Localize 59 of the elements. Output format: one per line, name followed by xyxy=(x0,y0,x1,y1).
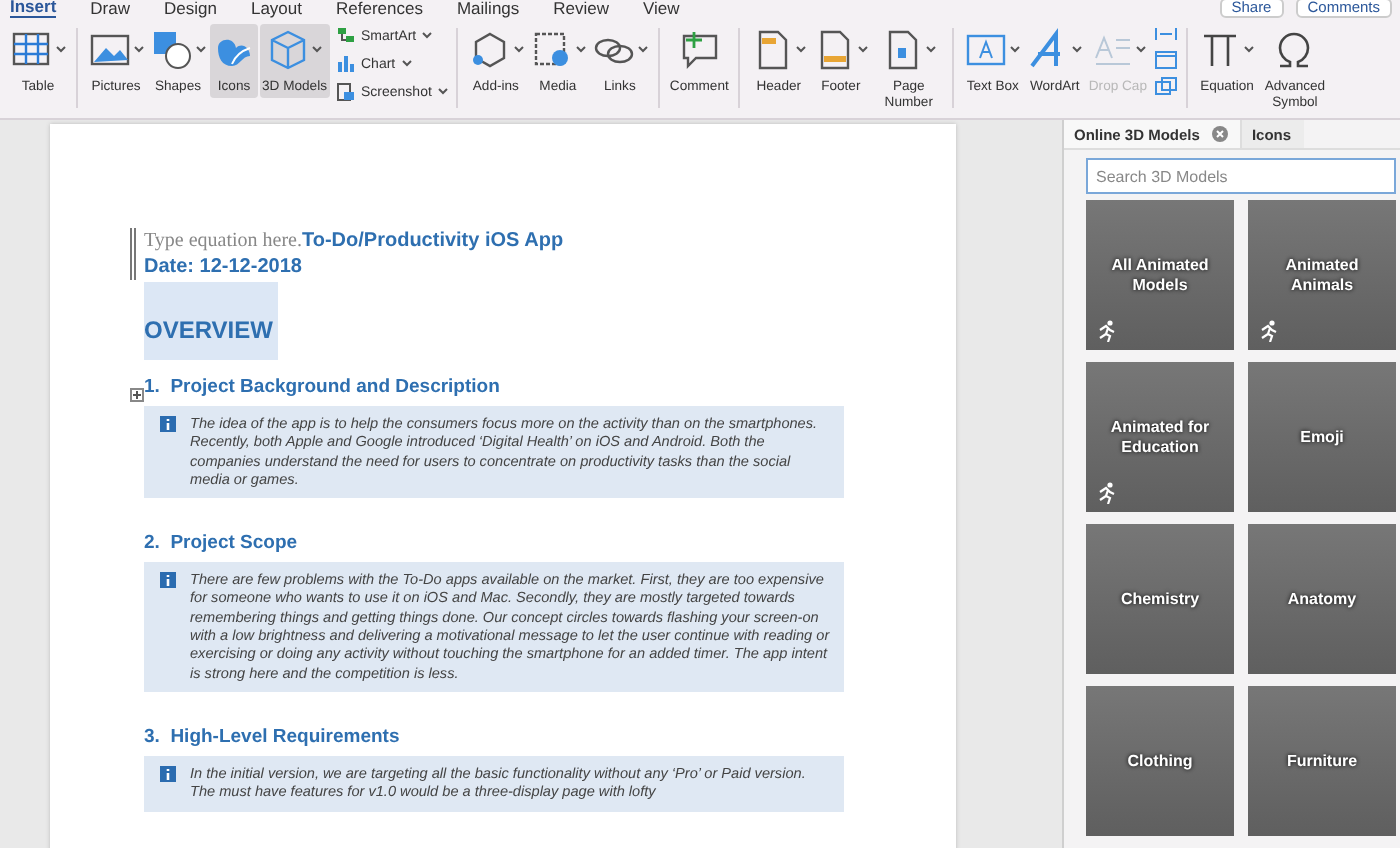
search-field[interactable]: Search 3D Models xyxy=(1086,158,1396,194)
menu-tab[interactable]: Layout xyxy=(250,0,302,18)
menu-tab[interactable]: Review xyxy=(553,0,610,18)
shapes-icon xyxy=(150,28,194,72)
menu-tab[interactable]: Design xyxy=(164,0,217,18)
model-category-tile[interactable]: Furniture xyxy=(1248,686,1396,836)
caret-icon xyxy=(312,46,323,54)
model-category-tile[interactable]: Animated for Education xyxy=(1086,362,1234,512)
menu-tab[interactable]: View xyxy=(643,0,680,18)
caret-icon xyxy=(401,60,412,68)
smartart-icon xyxy=(335,26,355,46)
section-heading: 3. High-Level Requirements xyxy=(144,725,402,748)
caret-icon xyxy=(422,32,433,40)
caret-icon xyxy=(56,46,66,54)
running-figure-icon xyxy=(1258,320,1282,342)
caret-icon xyxy=(437,88,448,96)
menu-tab[interactable]: Mailings xyxy=(456,0,520,18)
model-category-tile[interactable]: Chemistry xyxy=(1086,524,1234,674)
media-icon xyxy=(529,28,574,72)
running-figure-icon xyxy=(1096,320,1120,342)
menu-tab[interactable]: References xyxy=(336,0,423,18)
bar-chart-icon xyxy=(335,54,355,74)
overview-heading: OVERVIEW xyxy=(144,282,279,360)
info-icon xyxy=(160,765,176,782)
running-figure-icon xyxy=(1096,482,1120,504)
caret-icon xyxy=(1010,46,1021,54)
fields-icon[interactable] xyxy=(1154,24,1179,44)
model-category-tile[interactable]: Animated Animals xyxy=(1248,200,1396,350)
caret-icon xyxy=(1135,46,1146,54)
model-category-tile[interactable]: All Animated Models xyxy=(1086,200,1234,350)
document-date: Date: 12-12-2018 xyxy=(144,256,302,278)
object-icon[interactable] xyxy=(1154,76,1179,96)
caret-icon xyxy=(134,46,144,54)
document-title: To-Do/Productivity iOS App xyxy=(302,230,564,252)
model-category-tile[interactable]: Anatomy xyxy=(1248,524,1396,674)
info-icon xyxy=(160,416,176,432)
table-move-handle-icon[interactable] xyxy=(130,388,144,402)
caret-icon xyxy=(1072,46,1083,54)
cube-icon xyxy=(266,28,311,72)
caret-icon xyxy=(796,46,807,54)
equation-placeholder[interactable]: Type equation here. xyxy=(144,230,302,252)
caret-icon xyxy=(513,46,524,54)
close-icon[interactable] xyxy=(1211,126,1228,142)
section-heading: 1. Project Background and Description xyxy=(144,376,502,398)
calendar-icon[interactable] xyxy=(1154,50,1179,70)
caret-icon xyxy=(926,46,937,54)
caret-icon xyxy=(196,46,206,54)
info-icon xyxy=(160,572,176,589)
caret-icon xyxy=(575,46,586,54)
caret-icon xyxy=(1244,46,1255,54)
model-category-tile[interactable]: Clothing xyxy=(1086,686,1234,836)
screenshot-icon xyxy=(335,82,355,102)
comment-icon xyxy=(677,28,722,72)
section-heading: 2. Project Scope xyxy=(144,532,300,555)
menu-tab[interactable]: Insert xyxy=(10,0,57,18)
menu-tab[interactable]: Draw xyxy=(90,0,130,18)
model-category-tile[interactable]: Emoji xyxy=(1248,362,1396,512)
caret-icon xyxy=(858,46,869,54)
caret-icon xyxy=(637,46,648,54)
